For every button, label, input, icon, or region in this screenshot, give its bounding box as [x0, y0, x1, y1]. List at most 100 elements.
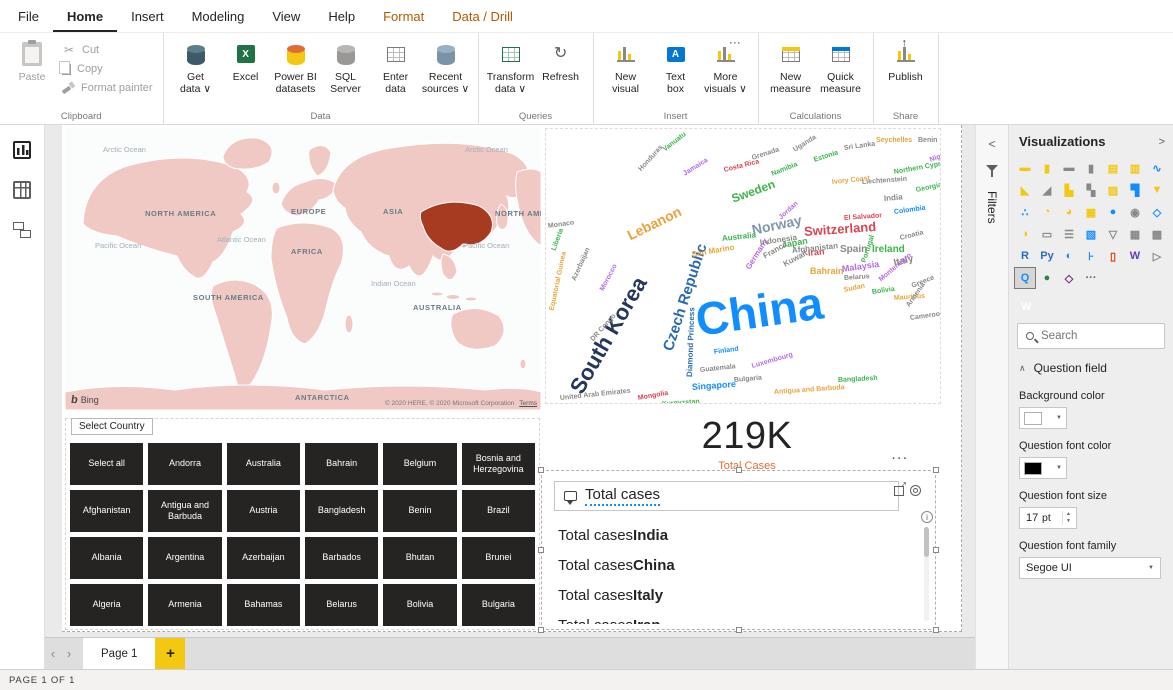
- viz-gallery-icon[interactable]: ▚: [1080, 179, 1102, 201]
- viz-gallery-icon[interactable]: ▤: [1102, 157, 1124, 179]
- menu-tab[interactable]: View: [258, 0, 314, 32]
- slicer-button[interactable]: Bolivia: [383, 584, 457, 626]
- menu-tab[interactable]: Data / Drill: [438, 0, 527, 32]
- ribbon-button[interactable]: More visuals ∨: [702, 38, 750, 96]
- page-prev-icon[interactable]: ‹: [45, 638, 61, 669]
- viz-gallery-icon[interactable]: ●: [1102, 201, 1124, 223]
- viz-gallery-icon[interactable]: ···: [1080, 267, 1102, 289]
- question-font-family-select[interactable]: Segoe UI ▼: [1019, 557, 1161, 579]
- slicer-button[interactable]: Bahamas: [226, 584, 300, 626]
- viz-gallery-icon[interactable]: R: [1014, 245, 1036, 267]
- slicer-button[interactable]: Argentina: [148, 537, 222, 579]
- slicer-button[interactable]: Azerbaijan: [226, 537, 300, 579]
- viz-gallery-icon[interactable]: ∴: [1014, 201, 1036, 223]
- paste-button[interactable]: Paste: [8, 38, 56, 83]
- menu-tab[interactable]: File: [4, 0, 53, 32]
- info-icon[interactable]: i: [921, 511, 933, 523]
- viz-gallery-icon[interactable]: ◉: [1124, 201, 1146, 223]
- resize-handle[interactable]: [735, 467, 742, 473]
- ribbon-button[interactable]: Get data ∨: [172, 38, 220, 96]
- resize-handle[interactable]: [538, 467, 544, 473]
- resize-handle[interactable]: [538, 547, 544, 553]
- qa-scrollbar-thumb[interactable]: [924, 527, 929, 557]
- viz-gallery-icon[interactable]: ◐: [1058, 245, 1080, 267]
- slicer-button[interactable]: Andorra: [148, 443, 222, 485]
- format-search-box[interactable]: [1017, 323, 1165, 349]
- menu-tab[interactable]: Format: [369, 0, 438, 32]
- menu-tab[interactable]: Help: [314, 0, 369, 32]
- slicer-button[interactable]: Bhutan: [383, 537, 457, 579]
- ribbon-button[interactable]: New visual: [602, 38, 650, 96]
- report-view-icon[interactable]: [13, 141, 31, 159]
- slicer-button[interactable]: Belgium: [383, 443, 457, 485]
- viz-gallery-icon[interactable]: ▯: [1102, 245, 1124, 267]
- slicer-button[interactable]: Bahrain: [305, 443, 379, 485]
- slicer-button[interactable]: Armenia: [148, 584, 222, 626]
- collapse-pane-icon[interactable]: >: [1159, 136, 1165, 148]
- resize-handle[interactable]: [933, 547, 939, 553]
- ribbon-button[interactable]: Power BI datasets: [272, 38, 320, 96]
- viz-gallery-icon[interactable]: ◇: [1058, 267, 1080, 289]
- slicer-button[interactable]: Belarus: [305, 584, 379, 626]
- viz-gallery-icon[interactable]: ▽: [1102, 223, 1124, 245]
- expand-filters-icon[interactable]: <: [988, 137, 995, 151]
- viz-gallery-icon[interactable]: ▷: [1146, 245, 1168, 267]
- viz-gallery-icon[interactable]: ◕: [1058, 201, 1080, 223]
- viz-gallery-icon[interactable]: W: [1124, 245, 1146, 267]
- resize-handle[interactable]: [933, 627, 939, 633]
- viz-gallery-icon[interactable]: ▬: [1014, 157, 1036, 179]
- question-font-size-stepper[interactable]: pt ▲ ▼: [1019, 507, 1077, 529]
- slicer-button[interactable]: Afghanistan: [70, 490, 144, 532]
- ribbon-button[interactable]: New measure: [767, 38, 815, 96]
- viz-gallery-icon[interactable]: ●: [1036, 267, 1058, 289]
- viz-gallery-icon[interactable]: ▦: [1124, 223, 1146, 245]
- viz-gallery-icon[interactable]: ▩: [1146, 223, 1168, 245]
- viz-gallery-icon[interactable]: ◣: [1014, 179, 1036, 201]
- filters-pane-collapsed[interactable]: < Filters: [975, 125, 1008, 669]
- menu-tab[interactable]: Insert: [117, 0, 178, 32]
- data-view-icon[interactable]: [13, 181, 31, 199]
- viz-gallery-icon[interactable]: ▦: [1080, 201, 1102, 223]
- qa-suggestion[interactable]: Total cases Italy: [554, 580, 923, 610]
- viz-gallery-icon[interactable]: ⊦: [1080, 245, 1102, 267]
- ribbon-button[interactable]: Recent sources ∨: [422, 38, 470, 96]
- qa-scrollbar[interactable]: [924, 527, 929, 621]
- clipboard-small-button[interactable]: Cut: [62, 43, 153, 57]
- slicer-button[interactable]: Algeria: [70, 584, 144, 626]
- qa-settings-gear-icon[interactable]: [910, 485, 921, 496]
- qa-suggestion[interactable]: Total cases India: [554, 520, 923, 550]
- slicer-button[interactable]: Australia: [226, 443, 300, 485]
- question-font-color-dropdown[interactable]: ▼: [1019, 457, 1067, 479]
- viz-gallery-icon[interactable]: ▮: [1080, 157, 1102, 179]
- viz-gallery-icon[interactable]: ◔: [1036, 201, 1058, 223]
- terms-link[interactable]: Terms: [519, 400, 537, 407]
- slicer-button[interactable]: Bosnia and Herzegovina: [461, 443, 535, 485]
- viz-gallery-icon[interactable]: ▜: [1124, 179, 1146, 201]
- viz-gallery-icon[interactable]: ◇: [1146, 201, 1168, 223]
- resize-handle[interactable]: [933, 467, 939, 473]
- viz-gallery-icon[interactable]: ▥: [1124, 157, 1146, 179]
- viz-gallery-icon[interactable]: ▧: [1080, 223, 1102, 245]
- card-visual[interactable]: 219K Total Cases: [602, 407, 892, 479]
- visual-more-options-icon[interactable]: ···: [892, 453, 909, 465]
- question-field-section-header[interactable]: ∧ Question field: [1009, 349, 1173, 379]
- resize-handle[interactable]: [538, 627, 544, 633]
- slicer-button[interactable]: Select all: [70, 443, 144, 485]
- spin-up-icon[interactable]: ▲: [1063, 511, 1074, 518]
- font-size-input[interactable]: [1026, 512, 1042, 524]
- viz-gallery-icon[interactable]: ☰: [1058, 223, 1080, 245]
- viz-gallery-icon[interactable]: ▭: [1036, 223, 1058, 245]
- slicer-button[interactable]: Albania: [70, 537, 144, 579]
- viz-gallery-icon[interactable]: ▙: [1058, 179, 1080, 201]
- viz-gallery-icon[interactable]: ▨: [1102, 179, 1124, 201]
- viz-gallery-icon[interactable]: ▬: [1058, 157, 1080, 179]
- qa-question-text[interactable]: Total cases: [585, 486, 661, 506]
- qa-visual[interactable]: ··· Total cases i Total cases India: [538, 453, 939, 633]
- clipboard-small-button[interactable]: Copy: [59, 60, 153, 75]
- publish-button[interactable]: Publish: [882, 37, 930, 83]
- qa-export-icon[interactable]: [894, 480, 907, 496]
- viz-gallery-icon[interactable]: ◑: [1014, 223, 1036, 245]
- ribbon-button[interactable]: Refresh: [537, 38, 585, 83]
- spin-down-icon[interactable]: ▼: [1063, 518, 1074, 525]
- ribbon-button[interactable]: Quick measure: [817, 38, 865, 96]
